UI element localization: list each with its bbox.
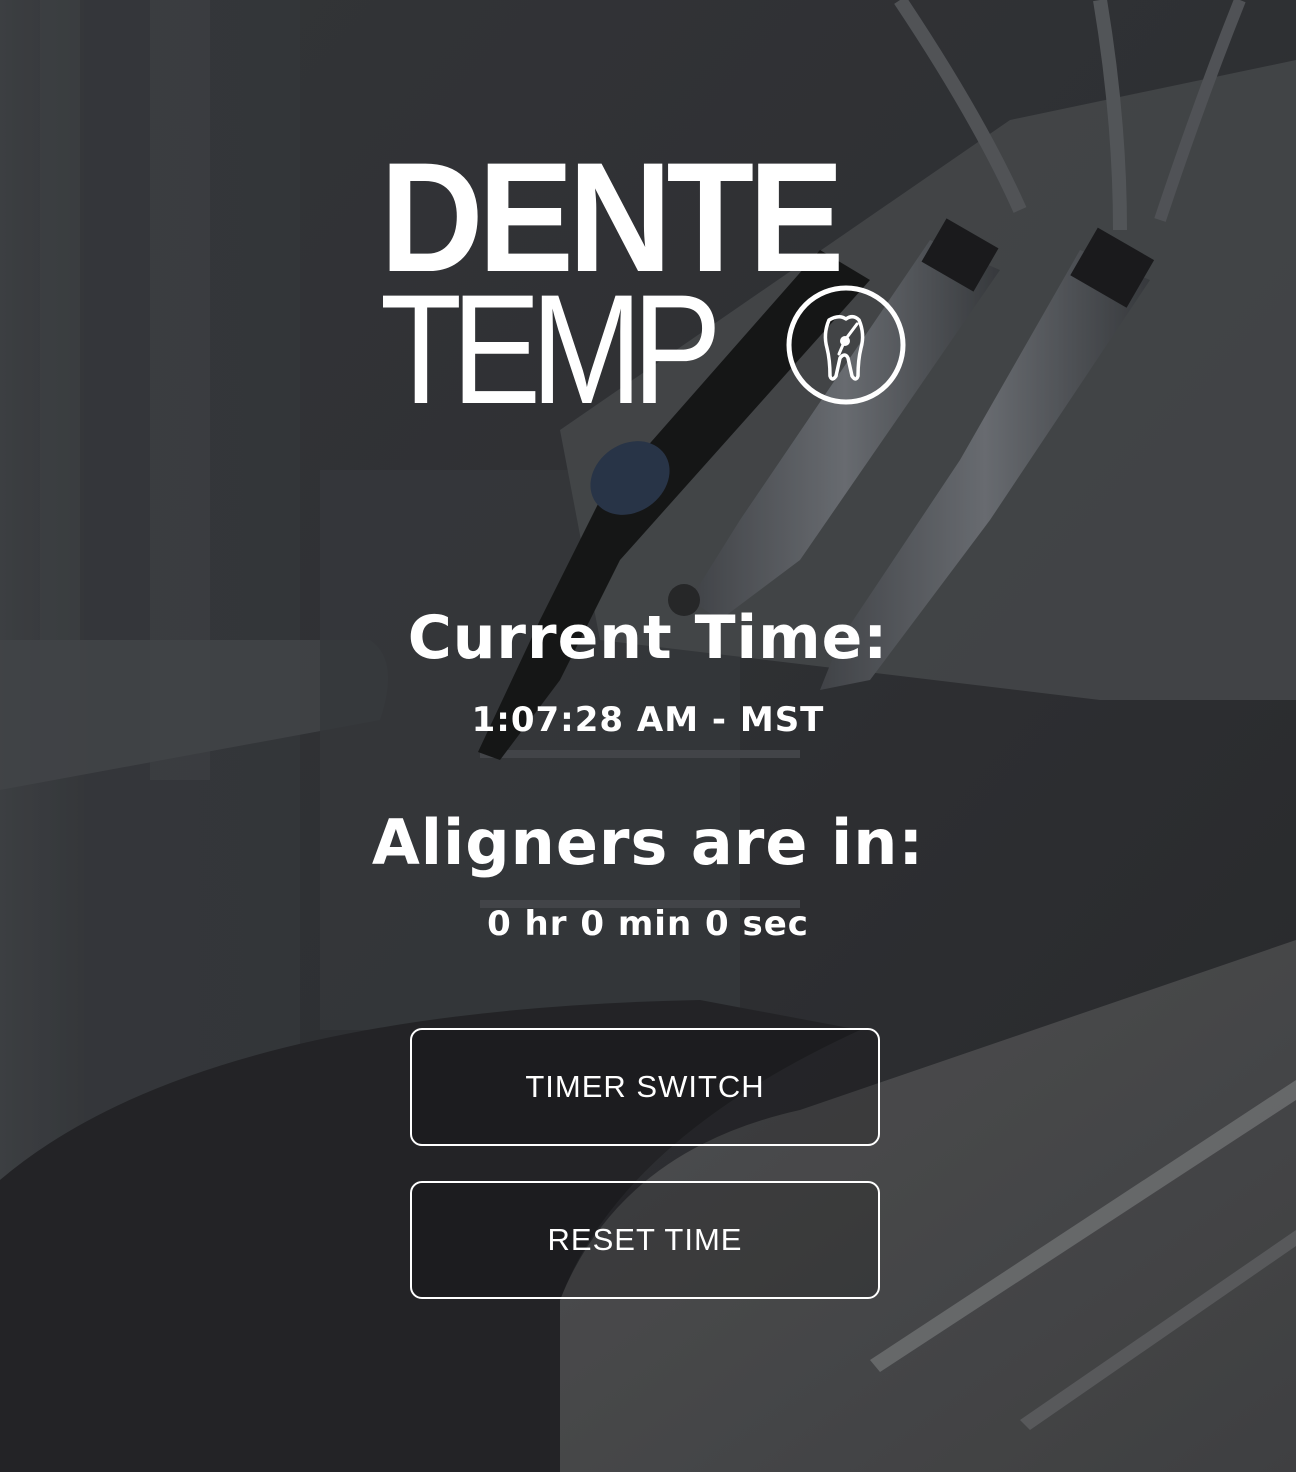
logo-word-temp: TEMP [380,263,722,437]
timer-switch-button[interactable]: TIMER SWITCH [410,1028,880,1146]
app-page: DENTE TEMP Current Time: 1:07:28 AM - MS… [0,0,1296,1472]
current-time-value: 1:07:28 AM - MST [471,700,825,740]
aligners-duration: 0 hr 0 min 0 sec [487,904,809,944]
current-time-heading: Current Time: [407,603,889,673]
main-content: DENTE TEMP Current Time: 1:07:28 AM - MS… [0,0,1296,1472]
tooth-icon [786,285,906,405]
dentetempo-logo: DENTE TEMP [380,140,910,428]
aligners-heading: Aligners are in: [371,806,925,879]
reset-time-button[interactable]: RESET TIME [410,1181,880,1299]
